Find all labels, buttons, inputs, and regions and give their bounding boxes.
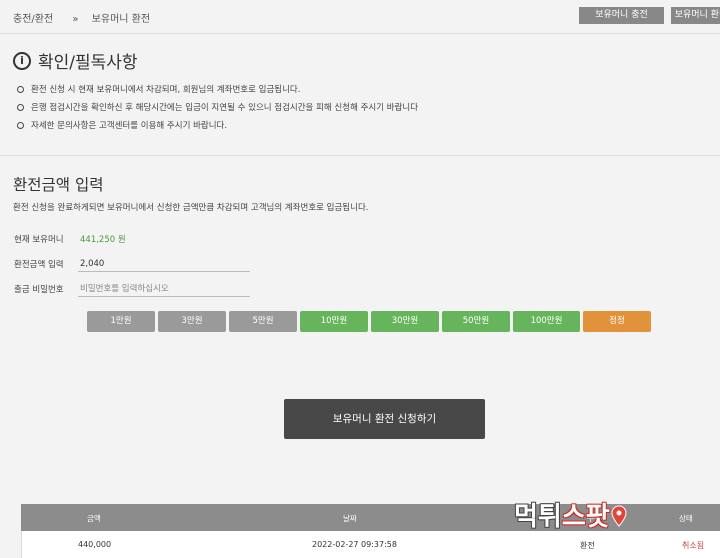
notice-title: i 확인/필독사항 <box>13 48 138 73</box>
amount-50k-button[interactable]: 5만원 <box>229 311 297 332</box>
password-label: 출금 비밀번호 <box>14 285 64 295</box>
breadcrumb: 충전/환전 » 보유머니 환전 <box>13 10 156 25</box>
row-type: 환전 <box>580 541 595 550</box>
amount-label: 환전금액 입력 <box>14 260 64 270</box>
breadcrumb-separator: » <box>72 14 79 25</box>
notice-item: 자세한 문의사항은 고객센터를 이용해 주시기 바랍니다. <box>17 116 418 134</box>
divider <box>0 33 720 34</box>
form-title: 환전금액 입력 <box>13 176 104 194</box>
form-description: 환전 신청을 완료하게되면 보유머니에서 신청한 금액만큼 차감되며 고객님의 … <box>13 203 369 213</box>
amount-300k-button[interactable]: 30만원 <box>371 311 439 332</box>
bullet-circle-icon <box>17 121 24 129</box>
table-row: 440,000 2022-02-27 09:37:58 환전 취소됨 <box>21 531 720 558</box>
bullet-circle-icon <box>17 85 24 93</box>
notice-list: 환전 신청 시 현재 보유머니에서 차감되며, 회원님의 계좌번호로 입금됩니다… <box>17 80 418 134</box>
amount-input[interactable] <box>78 256 250 272</box>
amount-100k-button[interactable]: 10만원 <box>300 311 368 332</box>
notice-item: 은행 점검시간을 확인하신 후 해당시간에는 입금이 지연될 수 있으니 점검시… <box>17 98 418 116</box>
column-header: 날짜 <box>343 514 357 523</box>
column-header: 상태 <box>679 514 693 523</box>
notice-item: 환전 신청 시 현재 보유머니에서 차감되며, 회원님의 계좌번호로 입금됩니다… <box>17 80 418 98</box>
amount-30k-button[interactable]: 3만원 <box>158 311 226 332</box>
row-amount: 440,000 <box>78 540 112 549</box>
money-charge-button[interactable]: 보유머니 충전 <box>579 7 664 24</box>
location-pin-icon <box>611 505 627 527</box>
info-icon: i <box>13 51 31 70</box>
breadcrumb-current: 보유머니 환전 <box>91 14 151 25</box>
bullet-circle-icon <box>17 103 24 111</box>
divider <box>0 155 720 156</box>
watermark-logo: 먹튀스팟 <box>514 496 627 533</box>
breadcrumb-charge-exchange[interactable]: 충전/환전 <box>13 14 53 25</box>
row-date: 2022-02-27 09:37:58 <box>312 540 397 549</box>
password-input[interactable] <box>78 281 250 297</box>
amount-1m-button[interactable]: 100만원 <box>513 311 580 332</box>
reset-button[interactable]: 정정 <box>583 311 651 332</box>
amount-500k-button[interactable]: 50만원 <box>442 311 510 332</box>
balance-value: 441,250 원 <box>80 235 126 245</box>
submit-exchange-button[interactable]: 보유머니 환전 신청하기 <box>284 399 485 439</box>
row-status: 취소됨 <box>682 541 705 550</box>
amount-10k-button[interactable]: 1만원 <box>87 311 155 332</box>
notice-title-text: 확인/필독사항 <box>38 53 138 73</box>
balance-label: 현재 보유머니 <box>14 235 64 245</box>
money-exchange-button[interactable]: 보유머니 환전 <box>671 7 720 24</box>
column-header: 금액 <box>87 514 101 523</box>
